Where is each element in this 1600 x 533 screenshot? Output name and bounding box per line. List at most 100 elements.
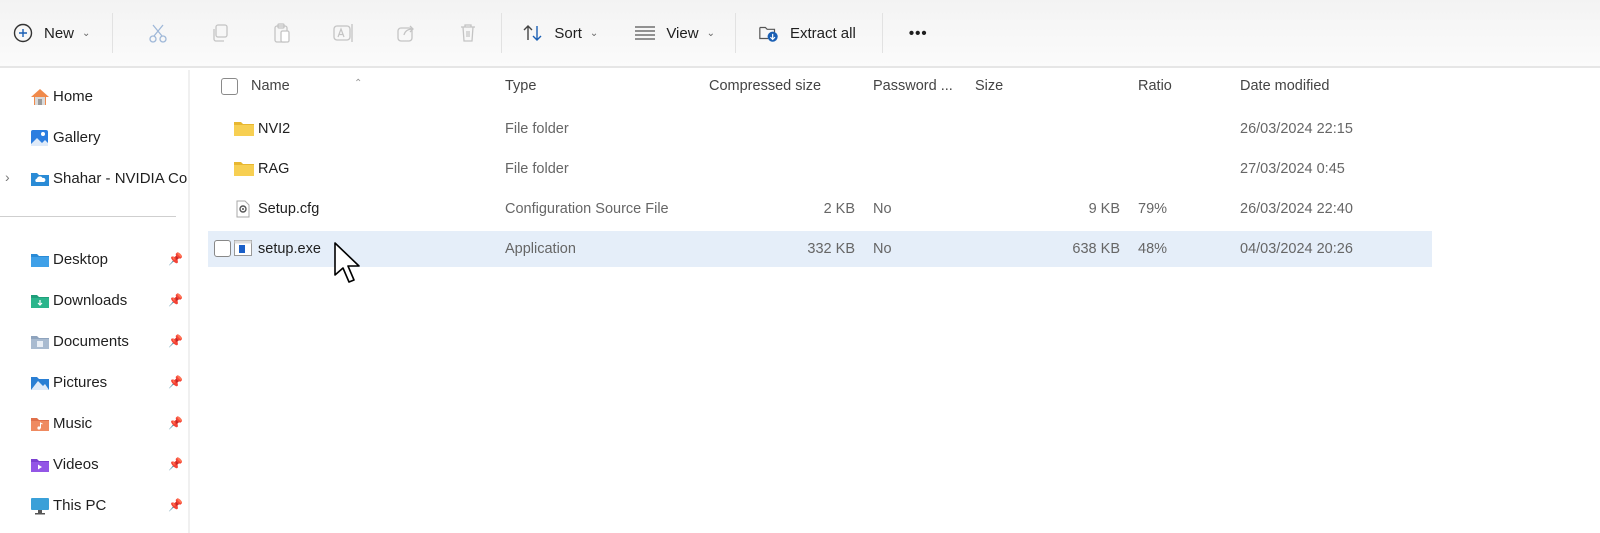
file-row[interactable]: RAG File folder 27/03/2024 0:45 — [208, 151, 1432, 187]
row-checkbox[interactable] — [214, 240, 231, 257]
file-size: 638 KB — [1072, 241, 1120, 257]
share-button[interactable] — [375, 13, 437, 53]
pin-icon[interactable]: 📌 — [168, 498, 183, 512]
sidebar-item-videos[interactable]: Videos 📌 — [0, 450, 188, 480]
rename-icon — [333, 24, 354, 42]
file-date-modified: 26/03/2024 22:40 — [1240, 201, 1353, 217]
new-label: New — [44, 24, 75, 42]
sidebar-label: Home — [53, 88, 94, 105]
sidebar-label: Documents — [53, 333, 129, 350]
sidebar-divider — [0, 216, 176, 217]
sort-label: Sort — [554, 24, 582, 42]
videos-folder-icon — [31, 459, 49, 472]
sidebar-item-home[interactable]: Home — [0, 82, 188, 112]
gallery-icon — [31, 130, 48, 146]
command-bar: New ⌄ Sort ⌄ View ⌄ Extract all ••• — [0, 0, 1600, 68]
chevron-down-icon: ⌄ — [589, 27, 599, 39]
delete-button[interactable] — [437, 13, 499, 53]
file-ratio: 79% — [1138, 201, 1168, 217]
sidebar-item-desktop[interactable]: Desktop 📌 — [0, 245, 188, 275]
extract-folder-icon — [758, 22, 780, 44]
pin-icon[interactable]: 📌 — [168, 334, 183, 348]
sidebar-item-onedrive[interactable]: › Shahar - NVIDIA Co — [0, 164, 188, 194]
pin-icon[interactable]: 📌 — [168, 416, 183, 430]
sidebar-item-documents[interactable]: Documents 📌 — [0, 327, 188, 357]
pictures-folder-icon — [31, 377, 49, 390]
sidebar-label: Music — [53, 415, 93, 432]
file-type: File folder — [505, 161, 569, 177]
home-icon — [31, 89, 49, 105]
file-password: No — [873, 201, 892, 217]
column-header-compressed-size[interactable]: Compressed size — [709, 78, 821, 94]
toolbar-divider — [881, 13, 883, 53]
pin-icon[interactable]: 📌 — [168, 252, 183, 266]
file-type: Configuration Source File — [505, 201, 669, 217]
folder-icon — [234, 162, 254, 176]
new-button[interactable]: New ⌄ — [12, 13, 90, 53]
trash-icon — [461, 24, 476, 42]
file-name: Setup.cfg — [258, 201, 320, 217]
application-icon — [234, 240, 252, 256]
sidebar-item-downloads[interactable]: Downloads 📌 — [0, 286, 188, 316]
computer-icon — [31, 498, 49, 515]
file-name: RAG — [258, 161, 290, 177]
column-header-ratio[interactable]: Ratio — [1138, 78, 1172, 94]
more-icon: ••• — [908, 24, 928, 42]
copy-button[interactable] — [189, 13, 251, 53]
sort-icon — [522, 22, 544, 44]
more-options-button[interactable]: ••• — [909, 13, 928, 53]
column-header-type[interactable]: Type — [505, 78, 536, 94]
view-button[interactable]: View ⌄ — [634, 13, 715, 53]
toolbar-divider — [112, 13, 114, 53]
file-name: setup.exe — [258, 241, 321, 257]
file-compressed-size: 332 KB — [807, 241, 855, 257]
file-row[interactable]: NVI2 File folder 26/03/2024 22:15 — [208, 111, 1432, 147]
file-date-modified: 27/03/2024 0:45 — [1240, 161, 1345, 177]
pin-icon[interactable]: 📌 — [168, 293, 183, 307]
column-header-password[interactable]: Password ... — [873, 78, 953, 94]
plus-circle-icon — [12, 22, 34, 44]
folder-icon — [234, 122, 254, 136]
pin-icon[interactable]: 📌 — [168, 375, 183, 389]
view-list-icon — [634, 22, 656, 44]
rename-button[interactable] — [313, 13, 375, 53]
file-row[interactable]: Setup.cfg Configuration Source File 2 KB… — [208, 191, 1432, 227]
paste-button[interactable] — [251, 13, 313, 53]
file-date-modified: 26/03/2024 22:15 — [1240, 121, 1353, 137]
clipboard-icon — [274, 23, 291, 43]
sidebar-item-gallery[interactable]: Gallery — [0, 123, 188, 153]
music-folder-icon — [31, 418, 49, 431]
pin-icon[interactable]: 📌 — [168, 457, 183, 471]
select-all-checkbox[interactable] — [221, 78, 238, 95]
column-header-name[interactable]: Name — [251, 78, 290, 94]
sidebar-label: Downloads — [53, 292, 128, 309]
extract-all-button[interactable]: Extract all — [758, 13, 856, 53]
view-label: View — [666, 24, 699, 42]
sidebar-item-this-pc[interactable]: This PC 📌 — [0, 491, 188, 521]
file-type: Application — [505, 241, 576, 257]
file-type: File folder — [505, 121, 569, 137]
column-headers: ⌃ Name Type Compressed size Password ...… — [192, 70, 1600, 104]
sidebar-label: Pictures — [53, 374, 108, 391]
column-header-date-modified[interactable]: Date modified — [1240, 78, 1329, 94]
sidebar-label: This PC — [53, 497, 107, 514]
file-row[interactable]: setup.exe Application 332 KB No 638 KB 4… — [208, 231, 1432, 267]
desktop-folder-icon — [31, 254, 49, 267]
chevron-down-icon: ⌄ — [82, 27, 91, 39]
sidebar-item-music[interactable]: Music 📌 — [0, 409, 188, 439]
toolbar-divider — [501, 13, 503, 53]
chevron-down-icon: ⌄ — [706, 27, 715, 39]
documents-folder-icon — [31, 336, 49, 349]
sort-button[interactable]: Sort ⌄ — [522, 13, 598, 53]
chevron-right-icon[interactable]: › — [5, 169, 10, 185]
navigation-pane: Home Gallery › Shahar - NVIDIA Co Deskto… — [0, 70, 190, 533]
scissors-icon — [149, 24, 168, 43]
share-icon — [397, 25, 415, 42]
sidebar-item-pictures[interactable]: Pictures 📌 — [0, 368, 188, 398]
copy-icon — [213, 24, 229, 42]
file-list: ⌃ Name Type Compressed size Password ...… — [192, 70, 1600, 533]
column-header-size[interactable]: Size — [975, 78, 1003, 94]
file-password: No — [873, 241, 892, 257]
file-ratio: 48% — [1138, 241, 1168, 257]
cut-button[interactable] — [127, 13, 189, 53]
